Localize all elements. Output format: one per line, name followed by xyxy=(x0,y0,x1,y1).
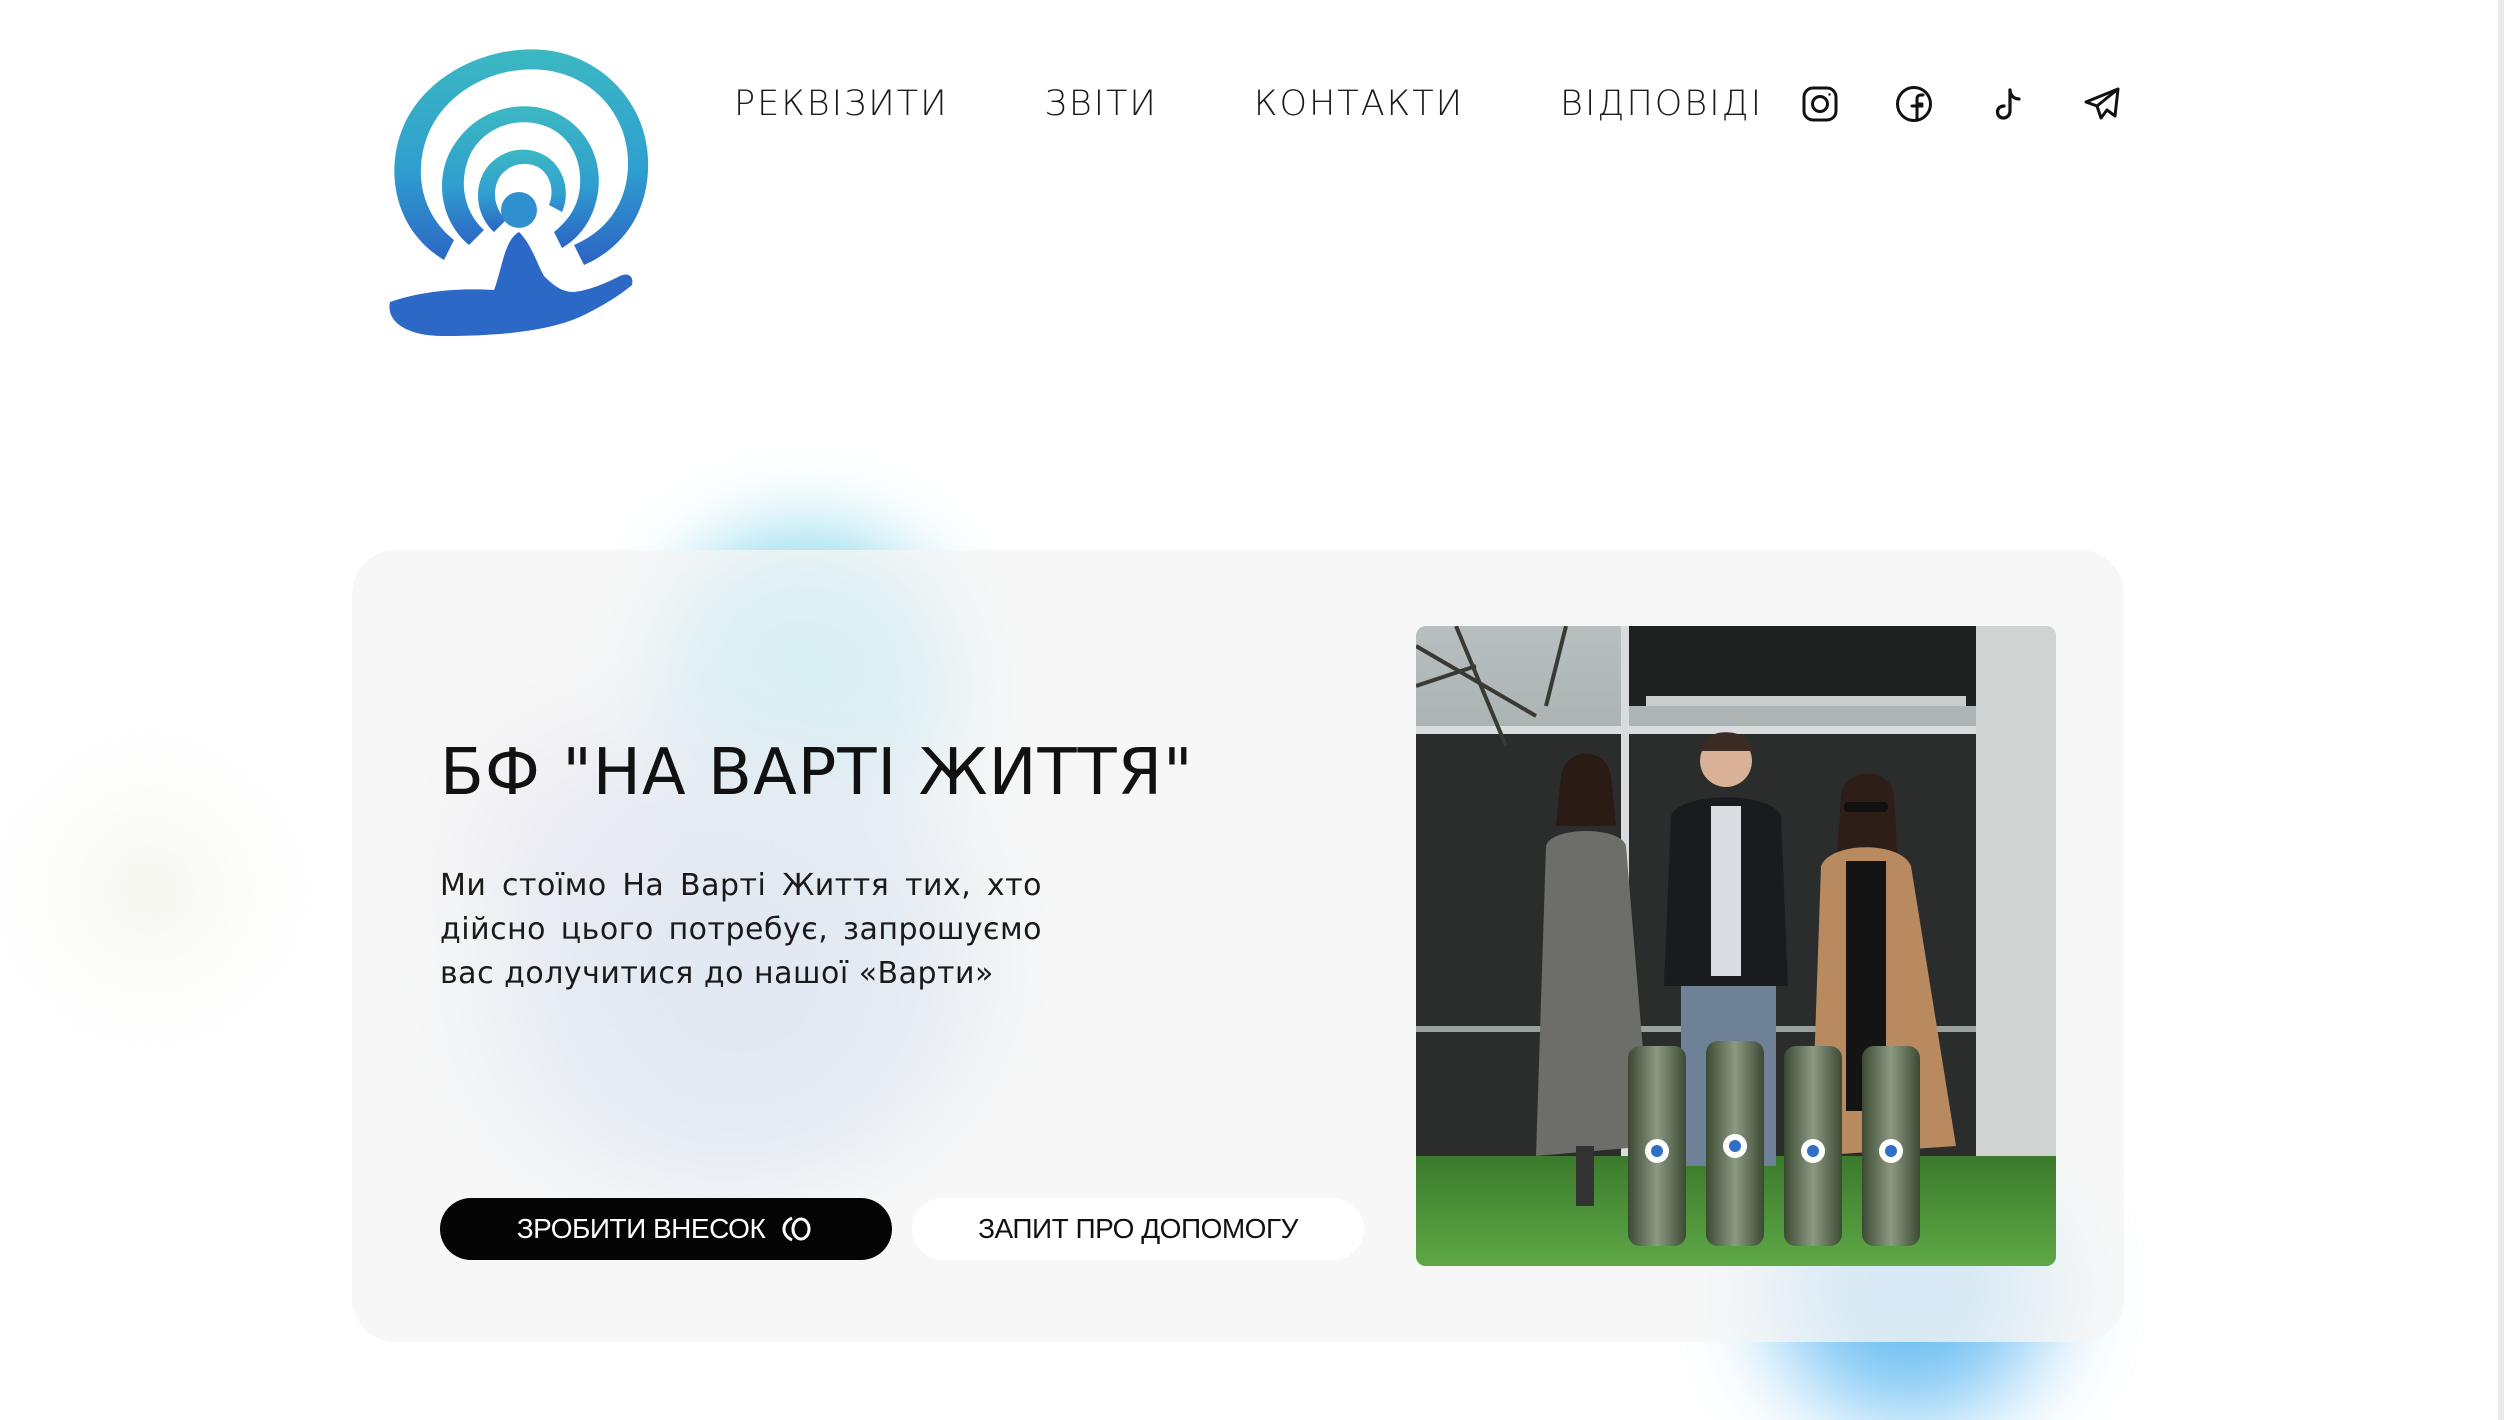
nav-item-reports[interactable]: ЗВІТИ xyxy=(1045,84,1158,124)
nav-item-requisites[interactable]: РЕКВІЗИТИ xyxy=(734,84,949,124)
help-request-button[interactable]: ЗАПИТ ПРО ДОПОМОГУ xyxy=(912,1198,1364,1260)
hero-description: Ми стоїмо На Варті Життя тих, хто дійсно… xyxy=(440,868,1042,991)
page: РЕКВІЗИТИ ЗВІТИ КОНТАКТИ ВІДПОВІДІ БФ "Н… xyxy=(0,0,2504,1420)
main-nav: РЕКВІЗИТИ ЗВІТИ КОНТАКТИ ВІДПОВІДІ xyxy=(734,84,1763,124)
logo[interactable] xyxy=(384,40,654,340)
decorative-blob xyxy=(20,760,280,1020)
telegram-icon[interactable] xyxy=(2082,84,2122,124)
donate-button-label: ЗРОБИТИ ВНЕСОК xyxy=(516,1213,766,1244)
donate-icon xyxy=(782,1216,811,1242)
scrollbar[interactable] xyxy=(2498,0,2504,1420)
facebook-icon[interactable] xyxy=(1894,84,1934,124)
social-links xyxy=(1800,84,2122,124)
nav-item-answers[interactable]: ВІДПОВІДІ xyxy=(1560,84,1763,124)
donate-button[interactable]: ЗРОБИТИ ВНЕСОК xyxy=(440,1198,892,1260)
instagram-icon[interactable] xyxy=(1800,84,1840,124)
nav-item-contacts[interactable]: КОНТАКТИ xyxy=(1254,84,1464,124)
hero-title: БФ "НА ВАРТІ ЖИТТЯ" xyxy=(440,736,1194,810)
tiktok-icon[interactable] xyxy=(1988,84,2028,124)
team-photo xyxy=(1416,626,2056,1266)
